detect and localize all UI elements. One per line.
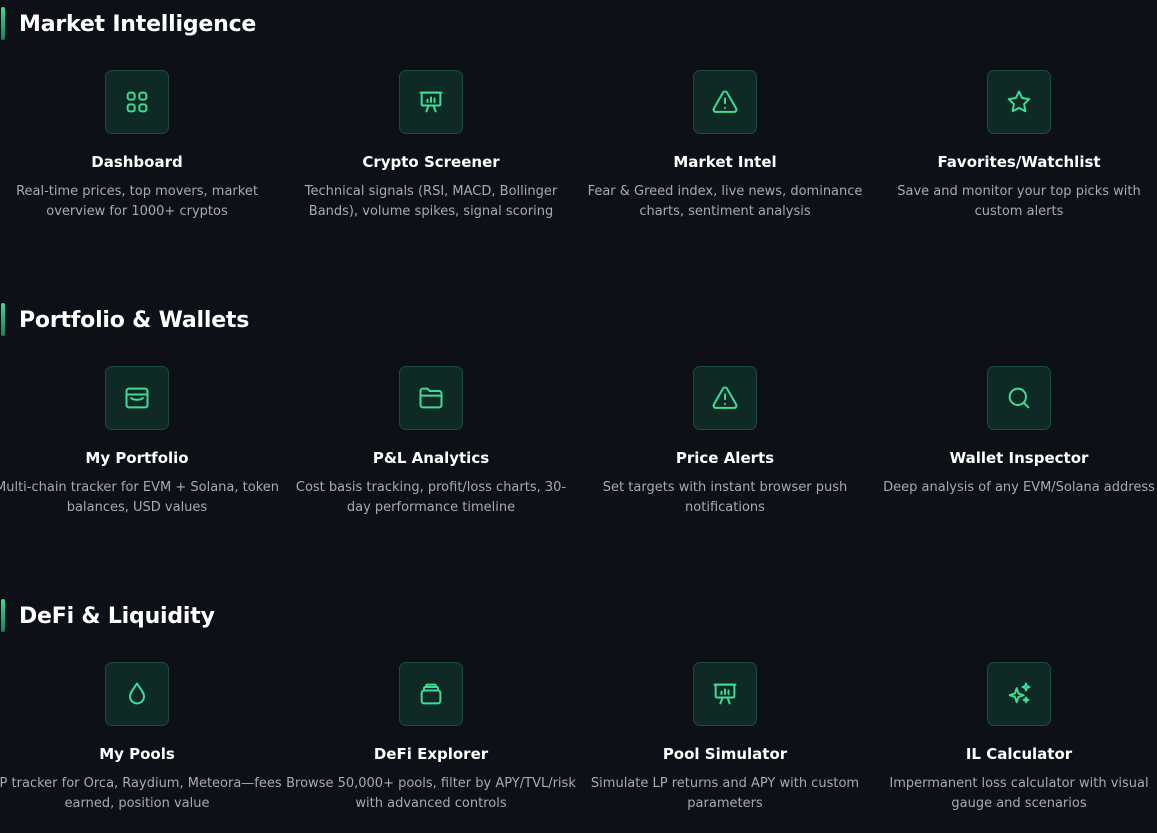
card-title: IL Calculator [965,745,1073,763]
card-title: My Portfolio [85,449,189,467]
card-description: Deep analysis of any EVM/Solana address [883,480,1155,495]
card-description: Fear & Greed index, live news, dominance… [587,184,863,219]
card-description: Set targets with instant browser push no… [602,480,848,515]
section-accent-bar [1,7,5,40]
card-description: Impermanent loss calculator with visual … [889,776,1149,811]
card-title: Pool Simulator [662,745,788,763]
presentation-chart-icon [399,70,463,134]
card-title: Dashboard [91,153,183,171]
wallet-icon [105,366,169,430]
presentation-chart-icon [693,662,757,726]
section-title: DeFi & Liquidity [19,604,215,629]
card-title: Crypto Screener [362,153,500,171]
search-icon [987,366,1051,430]
star-icon [987,70,1051,134]
stack-icon [399,662,463,726]
card-title: P&L Analytics [372,449,490,467]
card-description: Multi-chain tracker for EVM + Solana, to… [0,480,279,515]
sparkles-icon [987,662,1051,726]
card-title: Wallet Inspector [949,449,1089,467]
section-accent-bar [1,599,5,632]
card-title: DeFi Explorer [373,745,489,763]
card-title: My Pools [99,745,175,763]
card-description: Browse 50,000+ pools, filter by APY/TVL/… [286,776,576,811]
card-description: Technical signals (RSI, MACD, Bollinger … [304,184,558,219]
section-title: Portfolio & Wallets [19,308,250,333]
droplet-icon [105,662,169,726]
folder-icon [399,366,463,430]
card-title: Price Alerts [675,449,775,467]
section-header: Portfolio & Wallets [0,302,600,336]
card-description: Cost basis tracking, profit/loss charts,… [295,480,567,515]
card-description: LP tracker for Orca, Raydium, Meteora—fe… [0,776,282,811]
card-title: Market Intel [673,153,777,171]
warning-triangle-icon [693,366,757,430]
section-header: DeFi & Liquidity [0,598,600,632]
card-description: Simulate LP returns and APY with custom … [590,776,860,811]
section-accent-bar [1,303,5,336]
card-description: Save and monitor your top picks with cus… [897,184,1141,219]
grid-icon [105,70,169,134]
section-header: Market Intelligence [0,6,600,40]
card-title: Favorites/Watchlist [937,153,1101,171]
section-title: Market Intelligence [19,12,257,37]
warning-triangle-icon [693,70,757,134]
card-description: Real-time prices, top movers, market ove… [16,184,258,219]
